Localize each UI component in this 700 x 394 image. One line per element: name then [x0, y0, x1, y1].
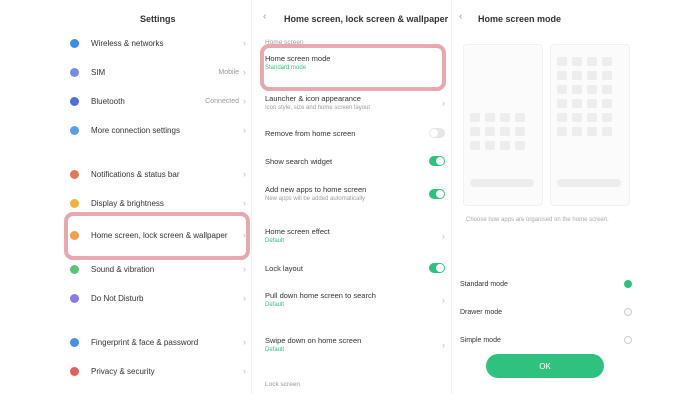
option-label: Remove from home screen — [265, 128, 356, 138]
settings-item-label: More connection settings — [91, 125, 180, 135]
panel-divider — [451, 0, 452, 394]
mode-description: Choose how apps are organised on the hom… — [466, 217, 609, 223]
back-icon[interactable]: ‹ — [263, 11, 266, 22]
option-subtext: Default — [265, 302, 285, 308]
radio-button[interactable] — [624, 336, 632, 344]
chevron-right-icon: › — [243, 169, 246, 179]
homescreen-option-row[interactable]: Add new apps to home screen New apps will… — [265, 185, 445, 202]
option-label: Launcher & icon appearance — [265, 94, 361, 103]
settings-item-label: Wireless & networks — [91, 38, 164, 48]
toggle-switch[interactable] — [429, 188, 445, 199]
mode-preview-standard[interactable] — [463, 44, 543, 206]
mode-option-label: Drawer mode — [460, 308, 503, 316]
chevron-right-icon: › — [243, 293, 246, 303]
settings-item-label: Notifications & status bar — [91, 169, 180, 179]
settings-item[interactable]: Sound & vibration › — [70, 260, 246, 278]
settings-item[interactable]: Notifications & status bar › — [70, 165, 246, 183]
toggle-switch[interactable] — [429, 128, 445, 138]
option-label: Pull down home screen to search — [265, 291, 376, 300]
mode-option[interactable]: Simple mode — [460, 333, 632, 347]
ok-button[interactable]: OK — [486, 354, 604, 378]
chevron-right-icon: › — [442, 97, 445, 108]
dock-bar — [557, 179, 621, 187]
page-title-homescreen: Home screen, lock screen & wallpaper — [284, 14, 449, 24]
settings-item-value: Connected — [205, 97, 239, 105]
option-label: Home screen effect — [265, 227, 330, 236]
chevron-right-icon: › — [442, 230, 445, 241]
bluetooth-icon — [70, 96, 79, 106]
mode-preview-drawer[interactable] — [550, 44, 630, 206]
highlight-box — [64, 212, 250, 260]
chevron-right-icon: › — [442, 294, 445, 305]
settings-item-label: Display & brightness — [91, 198, 164, 208]
homescreen-option-row[interactable]: Launcher & icon appearance Icon style, si… — [265, 94, 445, 111]
sim-icon — [70, 67, 79, 77]
homescreen-option-row[interactable]: Remove from home screen — [265, 128, 445, 138]
highlight-box — [260, 44, 446, 91]
option-label: Show search widget — [265, 156, 333, 166]
back-icon[interactable]: ‹ — [459, 11, 462, 22]
settings-item[interactable]: Bluetooth Connected › — [70, 92, 246, 110]
link-icon — [70, 125, 79, 135]
speaker-icon — [70, 264, 79, 274]
radio-button[interactable] — [624, 308, 632, 316]
chevron-right-icon: › — [442, 339, 445, 350]
option-subtext: Default — [265, 347, 285, 353]
mode-option[interactable]: Standard mode — [460, 277, 632, 291]
shield-icon — [70, 366, 79, 376]
app-icon-grid — [470, 113, 525, 150]
homescreen-option-row[interactable]: Lock layout — [265, 263, 445, 273]
settings-item[interactable]: Display & brightness › — [70, 194, 246, 212]
settings-item-value: Mobile — [218, 68, 239, 76]
section-label-lock: Lock screen — [265, 381, 301, 388]
dock-bar — [470, 179, 534, 187]
homescreen-option-row[interactable]: Show search widget — [265, 156, 445, 166]
chevron-right-icon: › — [243, 125, 246, 135]
homescreen-option-row[interactable]: Home screen effect Default › — [265, 227, 445, 244]
panel-divider — [251, 0, 252, 394]
settings-item[interactable]: SIM Mobile › — [70, 63, 246, 81]
settings-item[interactable]: Privacy & security › — [70, 362, 246, 380]
settings-item-label: SIM — [91, 67, 106, 77]
chevron-right-icon: › — [243, 38, 246, 48]
option-subtext: Icon style, size and home screen layout — [265, 105, 371, 111]
chevron-right-icon: › — [243, 337, 246, 347]
option-label: Lock layout — [265, 263, 303, 273]
option-subtext: New apps will be added automatically — [265, 196, 366, 202]
settings-item[interactable]: Wireless & networks › — [70, 34, 246, 52]
mode-option-label: Simple mode — [460, 336, 501, 344]
chevron-right-icon: › — [243, 198, 246, 208]
homescreen-option-row[interactable]: Pull down home screen to search Default › — [265, 291, 445, 308]
page-title: Settings — [140, 14, 176, 24]
radio-button[interactable] — [624, 280, 632, 288]
bell-icon — [70, 169, 79, 179]
settings-item-label: Bluetooth — [91, 96, 125, 106]
fingerprint-icon — [70, 337, 79, 347]
settings-item-label: Fingerprint & face & password — [91, 337, 199, 347]
settings-item[interactable]: Do Not Disturb › — [70, 289, 246, 307]
app-icon-grid — [557, 57, 612, 136]
settings-item-label: Sound & vibration — [91, 264, 155, 274]
chevron-right-icon: › — [243, 96, 246, 106]
settings-item-label: Do Not Disturb — [91, 293, 144, 303]
chevron-right-icon: › — [243, 67, 246, 77]
wifi-icon — [70, 38, 79, 48]
settings-item-label: Privacy & security — [91, 366, 155, 376]
mode-option-label: Standard mode — [460, 280, 508, 288]
toggle-switch[interactable] — [429, 156, 445, 166]
chevron-right-icon: › — [243, 264, 246, 274]
option-subtext: Default — [265, 238, 285, 244]
page-title-mode: Home screen mode — [478, 14, 562, 24]
moon-icon — [70, 293, 79, 303]
settings-item[interactable]: More connection settings › — [70, 121, 246, 139]
settings-item[interactable]: Fingerprint & face & password › — [70, 333, 246, 351]
chevron-right-icon: › — [243, 366, 246, 376]
option-label: Swipe down on home screen — [265, 336, 362, 345]
toggle-switch[interactable] — [429, 263, 445, 273]
option-label: Add new apps to home screen — [265, 185, 367, 194]
sun-icon — [70, 198, 79, 208]
mode-option[interactable]: Drawer mode — [460, 305, 632, 319]
homescreen-option-row[interactable]: Swipe down on home screen Default › — [265, 336, 445, 353]
